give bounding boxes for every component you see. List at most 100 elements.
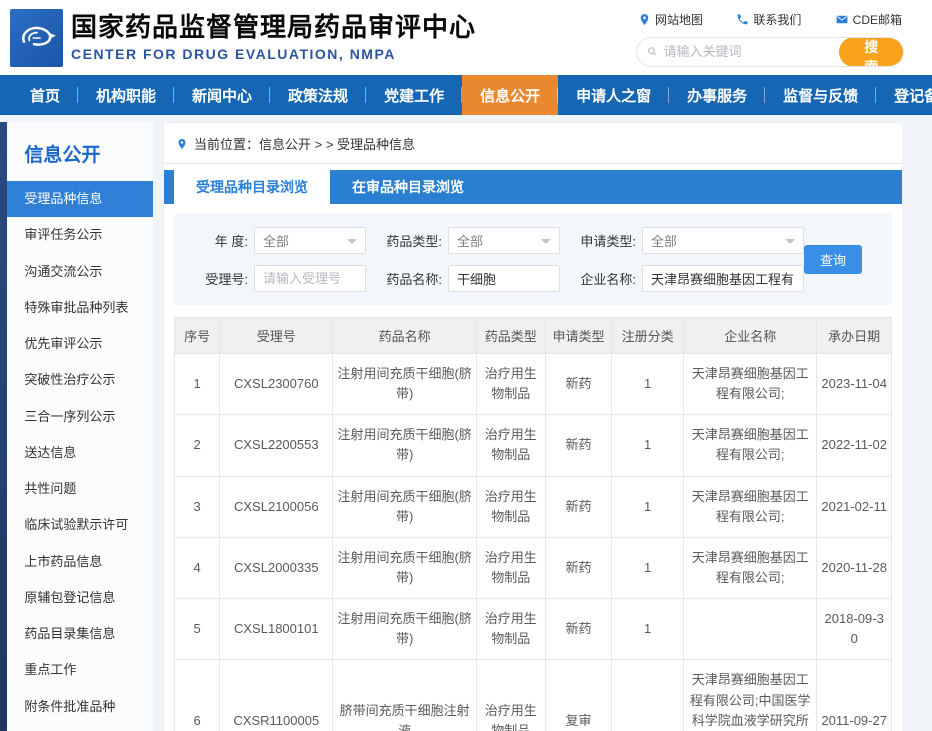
table-cell: CXSL2300760 [220,354,333,415]
sidebar-item[interactable]: 突破性治疗公示 [7,362,153,398]
sidebar-title: 信息公开 [7,122,153,181]
column-header: 注册分类 [612,318,684,354]
tab-accepted-catalog[interactable]: 受理品种目录浏览 [174,170,330,204]
chevron-down-icon [347,239,357,244]
sidebar: 信息公开 受理品种信息审评任务公示沟通交流公示特殊审批品种列表优先审评公示突破性… [7,122,153,731]
drug-name-label: 药品名称: [372,269,442,288]
table-cell: 注射用间充质干细胞(脐带) [333,415,476,476]
search-input[interactable] [663,44,839,59]
sidebar-item[interactable]: 沟通交流公示 [7,254,153,290]
nav-item[interactable]: 监督与反馈 [765,75,876,115]
nav-item[interactable]: 申请人之窗 [558,75,669,115]
table-cell: 2021-02-11 [817,476,892,537]
acceptance-no-label: 受理号: [186,269,248,288]
drug-type-select[interactable]: 全部 [448,227,560,254]
table-cell: 注射用间充质干细胞(脐带) [333,476,476,537]
left-accent-strip [0,122,7,731]
nav-item[interactable]: 政策法规 [270,75,366,115]
chevron-down-icon [785,239,795,244]
sidebar-item[interactable]: 送达信息 [7,435,153,471]
sidebar-item[interactable]: 重点工作 [7,652,153,688]
mail-link[interactable]: CDE邮箱 [835,11,902,28]
table-cell: 天津昂赛细胞基因工程有限公司; [684,354,817,415]
table-cell: 新药 [545,599,612,660]
sidebar-item[interactable]: 上市药品信息 [7,544,153,580]
apply-type-select[interactable]: 全部 [642,227,804,254]
table-cell: CXSL2100056 [220,476,333,537]
location-pin-icon [176,138,188,150]
year-label: 年 度: [186,231,248,250]
sidebar-menu: 受理品种信息审评任务公示沟通交流公示特殊审批品种列表优先审评公示突破性治疗公示三… [7,181,153,725]
table-cell: 3 [175,476,220,537]
nav-item[interactable]: 办事服务 [669,75,765,115]
breadcrumb: 当前位置：信息公开 > > 受理品种信息 [164,123,902,164]
table-row: 5CXSL1800101注射用间充质干细胞(脐带)治疗用生物制品新药12018-… [175,599,892,660]
drug-name-input[interactable] [448,265,560,292]
table-cell: 新药 [545,415,612,476]
table-cell: 1 [612,599,684,660]
search-button[interactable]: 搜索 [839,37,903,67]
sidebar-item[interactable]: 优先审评公示 [7,326,153,362]
table-cell: 1 [612,415,684,476]
table-cell: CXSL2000335 [220,537,333,598]
year-select[interactable]: 全部 [254,227,366,254]
table-cell [684,599,817,660]
nav-item[interactable]: 新闻中心 [174,75,270,115]
table-cell: 2 [175,415,220,476]
site-title: 国家药品监督管理局药品审评中心 [71,13,476,43]
table-cell: 2023-11-04 [817,354,892,415]
sidebar-item[interactable]: 原辅包登记信息 [7,580,153,616]
main-card: 当前位置：信息公开 > > 受理品种信息 受理品种目录浏览 在审品种目录浏览 年… [163,122,903,731]
sidebar-item[interactable]: 特殊审批品种列表 [7,290,153,326]
sitemap-link[interactable]: 网站地图 [638,11,703,28]
apply-type-label: 申请类型: [566,231,636,250]
table-cell: 治疗用生物制品 [476,354,545,415]
tab-under-review-catalog[interactable]: 在审品种目录浏览 [330,170,486,204]
company-input[interactable] [642,265,804,292]
nav-item[interactable]: 登记备案平台 [876,75,932,115]
sidebar-item[interactable]: 附条件批准品种 [7,689,153,725]
table-cell: 2011-09-27 [817,660,892,731]
nav-item[interactable]: 党建工作 [366,75,462,115]
column-header: 序号 [175,318,220,354]
table-cell: 注射用间充质干细胞(脐带) [333,354,476,415]
sidebar-item[interactable]: 受理品种信息 [7,181,153,217]
table-cell: 新药 [545,537,612,598]
chevron-down-icon [541,239,551,244]
table-row: 4CXSL2000335注射用间充质干细胞(脐带)治疗用生物制品新药1天津昂赛细… [175,537,892,598]
table-cell: 4 [175,537,220,598]
table-cell: 6 [175,660,220,731]
column-header: 企业名称 [684,318,817,354]
brand: 国家药品监督管理局药品审评中心 CENTER FOR DRUG EVALUATI… [71,13,476,62]
nav-item[interactable]: 首页 [12,75,78,115]
table-cell: 1 [175,354,220,415]
sidebar-item[interactable]: 三合一序列公示 [7,399,153,435]
sidebar-item[interactable]: 共性问题 [7,471,153,507]
column-header: 受理号 [220,318,333,354]
column-header: 承办日期 [817,318,892,354]
table-cell: 1 [612,354,684,415]
acceptance-no-input[interactable] [254,265,366,292]
cde-logo [10,9,63,67]
sidebar-item[interactable]: 审评任务公示 [7,217,153,253]
sidebar-item[interactable]: 药品目录集信息 [7,616,153,652]
location-pin-icon [638,13,651,26]
table-header-row: 序号受理号药品名称药品类型申请类型注册分类企业名称承办日期 [175,318,892,354]
column-header: 药品名称 [333,318,476,354]
table-cell: 2020-11-28 [817,537,892,598]
table-row: 3CXSL2100056注射用间充质干细胞(脐带)治疗用生物制品新药1天津昂赛细… [175,476,892,537]
table-cell: 1 [612,476,684,537]
contact-link[interactable]: 联系我们 [736,11,801,28]
content-row: 信息公开 受理品种信息审评任务公示沟通交流公示特殊审批品种列表优先审评公示突破性… [0,115,932,731]
nav-item[interactable]: 信息公开 [462,75,558,115]
query-button[interactable]: 查询 [804,245,862,274]
contact-label: 联系我们 [753,11,801,28]
table-cell: 新药 [545,476,612,537]
table-cell: CXSR1100005 [220,660,333,731]
table-cell: 注射用间充质干细胞(脐带) [333,599,476,660]
table-row: 6CXSR1100005脐带间充质干细胞注射液治疗用生物制品复审天津昂赛细胞基因… [175,660,892,731]
nav-item[interactable]: 机构职能 [78,75,174,115]
logo-swirl-icon [14,15,60,61]
sidebar-item[interactable]: 临床试验默示许可 [7,507,153,543]
site-subtitle: CENTER FOR DRUG EVALUATION, NMPA [71,46,476,62]
